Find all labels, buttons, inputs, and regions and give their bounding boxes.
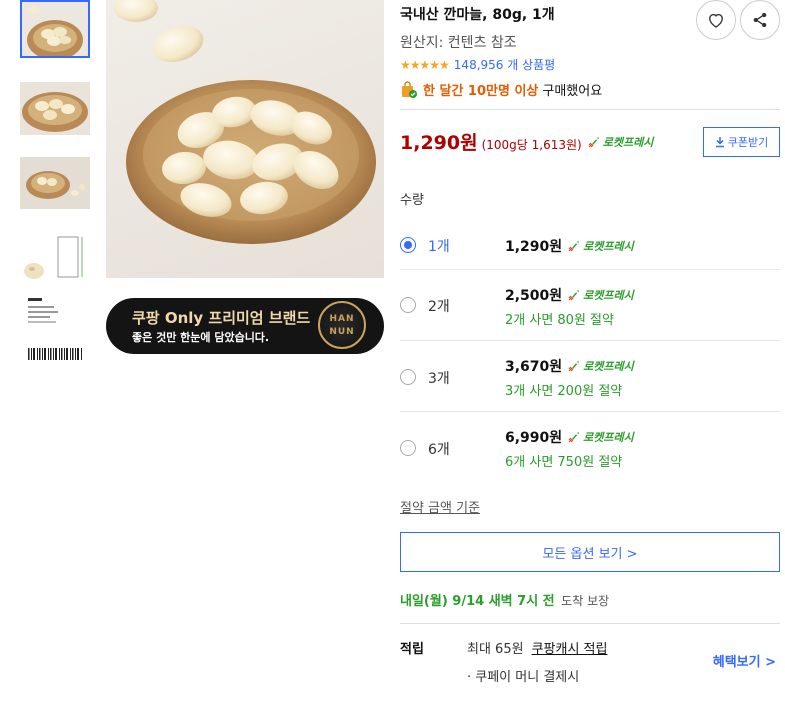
banner-subtext: 좋은 것만 한눈에 담았습니다. xyxy=(132,331,270,344)
rocket-fresh-label: 로켓프레시 xyxy=(602,136,654,149)
option-radio[interactable] xyxy=(400,369,416,385)
main-product-image[interactable] xyxy=(106,0,384,278)
rocket-fresh-badge: 로켓프레시 xyxy=(587,134,654,150)
product-title: 국내산 깐마늘, 80g, 1개 xyxy=(400,7,555,23)
coupon-download-button[interactable]: 쿠폰받기 xyxy=(703,127,780,157)
rocket-fresh-badge: 로켓프레시 xyxy=(567,429,634,445)
rating-row: ★★★★★ 148,956 개 상품평 xyxy=(400,56,555,73)
price-row: 1,290원 (100g당 1,613원) 로켓프레시 xyxy=(400,128,653,155)
seal-text-top: HAN xyxy=(329,314,355,324)
option-quantity: 1개 xyxy=(428,239,450,255)
option-radio[interactable] xyxy=(400,440,416,456)
option-price: 3,670원 xyxy=(505,359,563,375)
rocket-icon xyxy=(568,290,580,301)
garlic-table-thumbnail-image xyxy=(20,157,90,209)
option-price: 6,990원 xyxy=(505,430,563,446)
package-size-thumbnail-image xyxy=(20,231,90,283)
rocket-fresh-badge: 로켓프레시 xyxy=(567,287,634,303)
review-count-link[interactable]: 148,956 개 상품평 xyxy=(454,56,555,73)
delivery-guarantee: 도착 보장 xyxy=(561,594,610,608)
delivery-date: 내일(월) 9/14 새벽 7시 전 xyxy=(400,594,555,609)
quantity-option-2[interactable]: 2개 2,500원 로켓프레시 2개 사면 80원 절약 xyxy=(400,270,780,341)
purchase-count-notice: 한 달간 10만명 이상 구매했어요 xyxy=(400,80,602,99)
divider xyxy=(400,109,780,110)
option-price-row: 2,500원 로켓프레시 xyxy=(505,285,634,305)
rocket-fresh-label: 로켓프레시 xyxy=(583,240,634,253)
thumbnail-5[interactable] xyxy=(20,294,90,362)
heart-icon xyxy=(709,13,723,28)
points-max-amount: 최대 65원 xyxy=(467,642,524,657)
share-icon xyxy=(753,12,767,28)
points-label: 적립 xyxy=(400,642,424,657)
option-quantity: 6개 xyxy=(428,442,450,458)
option-price-row: 3,670원 로켓프레시 xyxy=(505,356,634,376)
rocket-icon xyxy=(568,361,580,372)
option-price: 1,290원 xyxy=(505,239,563,255)
savings-basis-link[interactable]: 절약 금액 기준 xyxy=(400,497,480,516)
banner-headline: 쿠팡 Only 프리미엄 브랜드 xyxy=(132,309,311,327)
seal-text-bottom: NUN xyxy=(329,327,355,337)
option-savings: 3개 사면 200원 절약 xyxy=(505,384,623,399)
garlic-bowl-photo xyxy=(114,0,376,244)
option-quantity: 3개 xyxy=(428,371,450,387)
points-condition: · 쿠페이 머니 결제시 xyxy=(467,670,580,685)
rating-stars: ★★★★★ xyxy=(400,57,450,72)
purchase-text: 구매했어요 xyxy=(542,84,603,99)
view-benefits-link[interactable]: 혜택보기 > xyxy=(713,651,776,670)
points-max: 최대 65원 쿠팡캐시 적립 xyxy=(467,638,607,657)
option-savings: 2개 사면 80원 절약 xyxy=(505,313,614,328)
wishlist-button[interactable] xyxy=(696,0,736,40)
rocket-fresh-badge: 로켓프레시 xyxy=(567,238,634,254)
rocket-fresh-label: 로켓프레시 xyxy=(583,360,634,373)
label-barcode-thumbnail-image xyxy=(20,294,90,362)
option-price-row: 6,990원 로켓프레시 xyxy=(505,427,634,447)
quantity-option-4[interactable]: 6개 6,990원 로켓프레시 6개 사면 750원 절약 xyxy=(400,412,780,483)
premium-brand-banner[interactable]: 쿠팡 Only 프리미엄 브랜드 좋은 것만 한눈에 담았습니다. HAN NU… xyxy=(106,298,384,354)
rocket-fresh-label: 로켓프레시 xyxy=(583,431,634,444)
garlic-bowl-thumbnail-image xyxy=(22,2,88,56)
divider xyxy=(400,623,780,624)
rocket-icon xyxy=(568,241,580,252)
option-savings: 6개 사면 750원 절약 xyxy=(505,455,623,470)
thumbnail-1[interactable] xyxy=(20,0,90,58)
quantity-label: 수량 xyxy=(400,193,424,208)
unit-price: (100g당 1,613원) xyxy=(481,138,582,152)
download-icon xyxy=(715,137,724,148)
garlic-closeup-thumbnail-image xyxy=(20,82,90,135)
thumbnail-2[interactable] xyxy=(20,82,90,135)
thumbnail-4[interactable] xyxy=(20,231,90,283)
share-button[interactable] xyxy=(740,0,780,40)
rocket-icon xyxy=(588,137,599,148)
thumbnail-3[interactable] xyxy=(20,157,90,209)
quantity-option-3[interactable]: 3개 3,670원 로켓프레시 3개 사면 200원 절약 xyxy=(400,341,780,412)
option-quantity: 2개 xyxy=(428,299,450,315)
rocket-icon xyxy=(568,432,580,443)
option-radio[interactable] xyxy=(400,297,416,313)
brand-seal-logo: HAN NUN xyxy=(318,301,366,349)
option-price: 2,500원 xyxy=(505,288,563,304)
delivery-estimate: 내일(월) 9/14 새벽 7시 전 도착 보장 xyxy=(400,590,609,609)
option-radio[interactable] xyxy=(400,237,416,253)
bag-check-icon xyxy=(402,80,417,98)
quantity-option-1[interactable]: 1개 1,290원 로켓프레시 xyxy=(400,226,780,270)
origin-text: 원산지: 컨텐츠 참조 xyxy=(400,35,517,51)
purchase-highlight: 한 달간 10만명 이상 xyxy=(423,84,539,99)
coupang-cash-link[interactable]: 쿠팡캐시 적립 xyxy=(532,642,608,657)
coupon-label: 쿠폰받기 xyxy=(727,136,769,149)
option-price-row: 1,290원 로켓프레시 xyxy=(505,236,634,256)
sale-price: 1,290원 xyxy=(400,132,478,154)
rocket-fresh-badge: 로켓프레시 xyxy=(567,358,634,374)
rocket-fresh-label: 로켓프레시 xyxy=(583,289,634,302)
view-all-options-button[interactable]: 모든 옵션 보기 > xyxy=(400,532,780,572)
